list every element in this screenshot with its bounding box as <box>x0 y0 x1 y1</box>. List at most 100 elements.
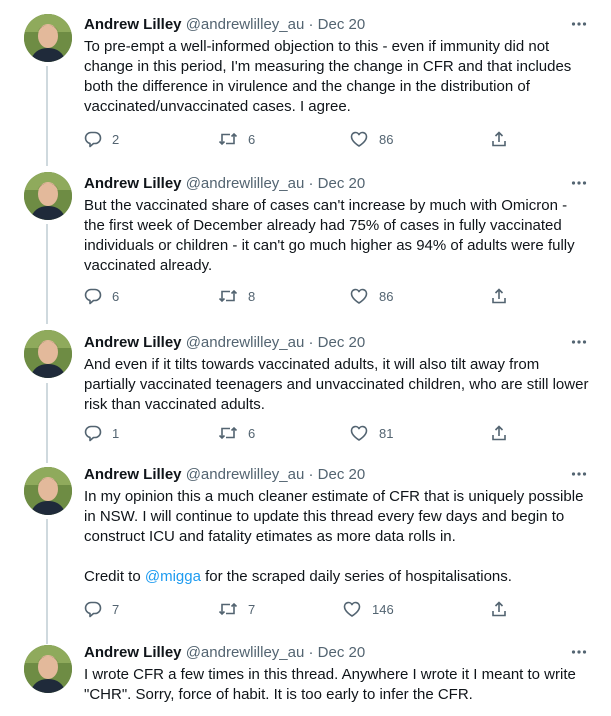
avatar[interactable] <box>24 172 72 220</box>
more-button[interactable] <box>569 173 589 193</box>
avatar[interactable] <box>24 14 72 62</box>
tweet-date[interactable]: Dec 20 <box>318 175 366 192</box>
retweet-icon <box>218 132 238 146</box>
share-button[interactable] <box>490 423 518 443</box>
more-horizontal-icon <box>571 181 587 185</box>
more-button[interactable] <box>569 642 589 662</box>
reply-icon <box>84 288 102 305</box>
mention-link[interactable]: @migga <box>145 568 201 585</box>
tweet[interactable]: Andrew Lilley @andrewlilley_au · Dec 20 … <box>0 458 611 635</box>
author-name[interactable]: Andrew Lilley <box>84 644 182 661</box>
reply-count: 7 <box>112 601 120 617</box>
tweet-actions: 1 6 81 <box>84 423 514 443</box>
share-button[interactable] <box>490 286 518 306</box>
reply-icon <box>84 131 102 148</box>
share-icon <box>492 131 506 147</box>
heart-icon <box>343 601 361 617</box>
tweet-date[interactable]: Dec 20 <box>318 16 366 33</box>
more-button[interactable] <box>569 332 589 352</box>
more-horizontal-icon <box>571 22 587 26</box>
avatar[interactable] <box>24 330 72 378</box>
credit-prefix: Credit to <box>84 568 145 585</box>
tweet-text: I wrote CFR a few times in this thread. … <box>84 665 590 705</box>
like-button[interactable]: 86 <box>349 286 393 306</box>
header-separator: · <box>308 16 314 33</box>
more-horizontal-icon <box>571 340 587 344</box>
tweet[interactable]: Andrew Lilley @andrewlilley_au · Dec 20 … <box>0 636 611 716</box>
tweet-header: Andrew Lilley @andrewlilley_au · Dec 20 <box>84 174 551 194</box>
share-button[interactable] <box>490 129 518 149</box>
author-name[interactable]: Andrew Lilley <box>84 175 182 192</box>
like-count: 81 <box>379 425 394 441</box>
tweet-actions: 6 8 86 <box>84 286 514 306</box>
tweet-actions: 7 7 146 <box>84 599 514 619</box>
tweet-header: Andrew Lilley @andrewlilley_au · Dec 20 <box>84 15 551 35</box>
author-handle[interactable]: @andrewlilley_au <box>186 644 305 661</box>
retweet-count: 7 <box>248 601 256 617</box>
reply-icon <box>84 425 102 442</box>
tweet[interactable]: Andrew Lilley @andrewlilley_au · Dec 20 … <box>0 2 611 159</box>
header-separator: · <box>308 175 314 192</box>
tweet-date[interactable]: Dec 20 <box>318 644 366 661</box>
share-icon <box>492 288 506 304</box>
like-button[interactable]: 81 <box>349 423 393 443</box>
retweet-icon <box>218 289 238 303</box>
like-button[interactable]: 86 <box>349 129 393 149</box>
author-handle[interactable]: @andrewlilley_au <box>186 16 305 33</box>
tweet-header: Andrew Lilley @andrewlilley_au · Dec 20 <box>84 333 551 353</box>
share-icon <box>492 601 506 617</box>
retweet-button[interactable]: 7 <box>218 599 255 619</box>
reply-button[interactable]: 1 <box>84 423 119 443</box>
tweet-text: To pre-empt a well-informed objection to… <box>84 37 590 117</box>
avatar[interactable] <box>24 645 72 693</box>
reply-count: 2 <box>112 131 120 147</box>
header-separator: · <box>308 466 314 483</box>
reply-count: 6 <box>112 288 120 304</box>
tweet-paragraph: But the vaccinated share of cases can't … <box>84 197 575 274</box>
tweet-paragraph: I wrote CFR a few times in this thread. … <box>84 666 576 703</box>
like-button[interactable]: 146 <box>342 599 394 619</box>
retweet-count: 6 <box>248 425 256 441</box>
tweet-text: But the vaccinated share of cases can't … <box>84 196 590 276</box>
reply-button[interactable]: 7 <box>84 599 119 619</box>
author-name[interactable]: Andrew Lilley <box>84 16 182 33</box>
tweet-actions: 2 6 86 <box>84 129 514 149</box>
retweet-button[interactable]: 6 <box>218 423 255 443</box>
reply-icon <box>84 601 102 618</box>
retweet-count: 6 <box>248 131 256 147</box>
retweet-icon <box>218 426 238 440</box>
like-count: 86 <box>379 288 394 304</box>
tweet-paragraph-credit: Credit to @migga for the scraped daily s… <box>84 567 590 587</box>
tweet[interactable]: Andrew Lilley @andrewlilley_au · Dec 20 … <box>0 320 611 458</box>
reply-count: 1 <box>112 425 120 441</box>
reply-button[interactable]: 2 <box>84 129 119 149</box>
header-separator: · <box>308 334 314 351</box>
tweet[interactable]: Andrew Lilley @andrewlilley_au · Dec 20 … <box>0 161 611 319</box>
tweet-date[interactable]: Dec 20 <box>318 334 366 351</box>
tweet-paragraph: In my opinion this a much cleaner estima… <box>84 488 584 545</box>
tweet-date[interactable]: Dec 20 <box>318 466 366 483</box>
author-handle[interactable]: @andrewlilley_au <box>186 175 305 192</box>
more-horizontal-icon <box>571 472 587 476</box>
heart-icon <box>350 425 368 441</box>
author-handle[interactable]: @andrewlilley_au <box>186 466 305 483</box>
more-button[interactable] <box>569 14 589 34</box>
author-name[interactable]: Andrew Lilley <box>84 334 182 351</box>
retweet-button[interactable]: 6 <box>218 129 255 149</box>
tweet-header: Andrew Lilley @andrewlilley_au · Dec 20 <box>84 643 551 663</box>
author-handle[interactable]: @andrewlilley_au <box>186 334 305 351</box>
heart-icon <box>350 131 368 147</box>
share-button[interactable] <box>490 599 518 619</box>
tweet-text: And even if it tilts towards vaccinated … <box>84 355 590 415</box>
avatar[interactable] <box>24 467 72 515</box>
retweet-count: 8 <box>248 288 256 304</box>
more-button[interactable] <box>569 464 589 484</box>
retweet-button[interactable]: 8 <box>218 286 255 306</box>
header-separator: · <box>308 644 314 661</box>
author-name[interactable]: Andrew Lilley <box>84 466 182 483</box>
tweet-paragraph: And even if it tilts towards vaccinated … <box>84 356 589 413</box>
reply-button[interactable]: 6 <box>84 286 119 306</box>
like-count: 146 <box>372 601 394 617</box>
tweet-thread: Andrew Lilley @andrewlilley_au · Dec 20 … <box>0 0 611 716</box>
tweet-header: Andrew Lilley @andrewlilley_au · Dec 20 <box>84 465 551 485</box>
